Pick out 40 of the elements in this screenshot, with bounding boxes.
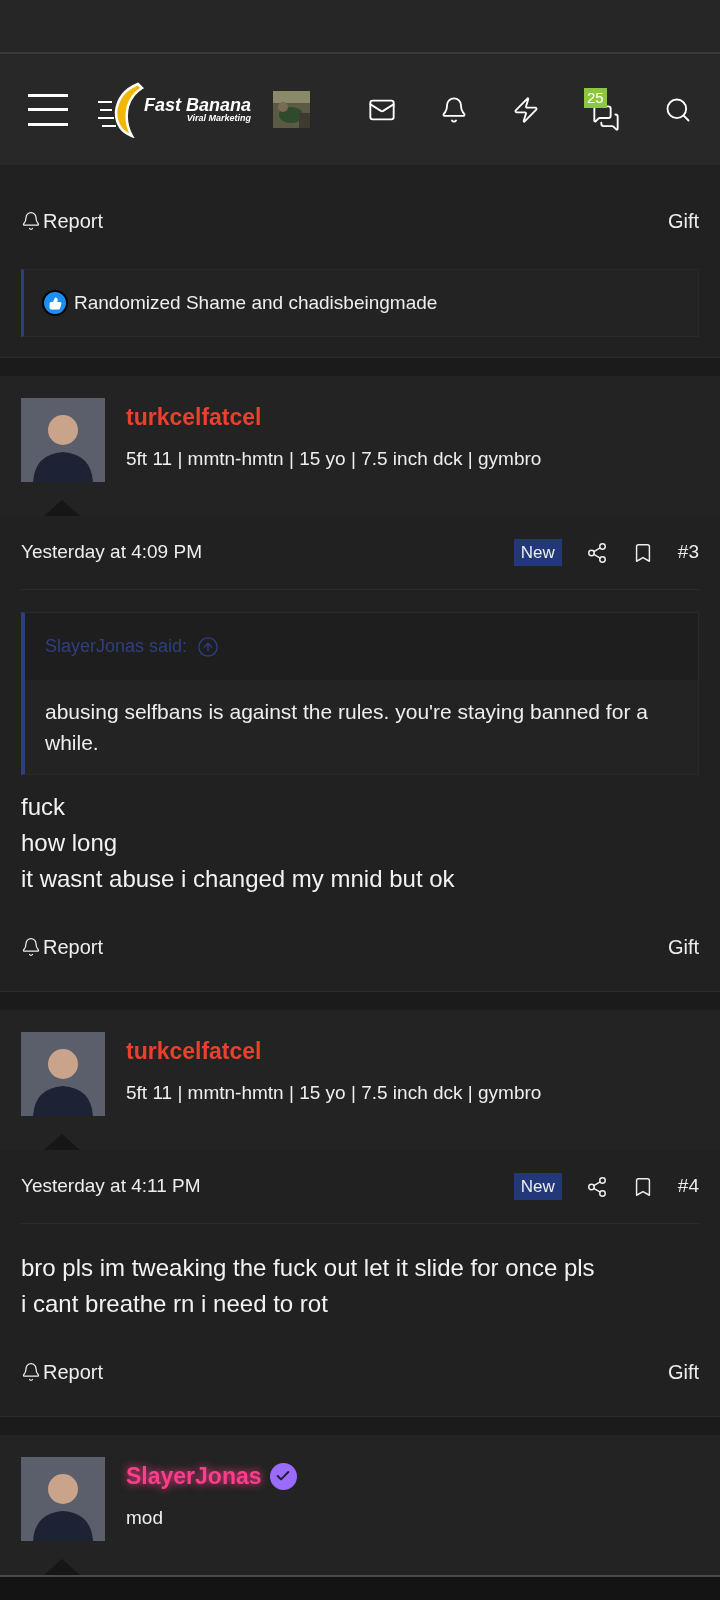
avatar[interactable] — [21, 1032, 105, 1116]
post-text: how long — [21, 828, 119, 858]
bell-icon — [21, 937, 41, 957]
post-number[interactable]: #3 — [677, 538, 699, 567]
lightning-icon[interactable] — [512, 95, 540, 124]
user-title: 5ft 11 | mmtn-hmtn | 15 yo | 7.5 inch dck | gymbro — [126, 1080, 542, 1105]
unread-count: 25 — [584, 87, 607, 108]
logo-title: Fast Banana — [144, 96, 252, 114]
user-title: mod — [126, 1505, 164, 1530]
like-icon — [42, 290, 68, 316]
report-button[interactable]: Report — [21, 932, 104, 962]
logo-subtitle: Viral Marketing — [186, 114, 252, 123]
bell-icon — [21, 1362, 41, 1382]
post-number[interactable]: #4 — [677, 1172, 699, 1201]
post-text: it wasnt abuse i changed my mnid but ok — [21, 864, 456, 894]
username[interactable]: turkcelfatcel — [126, 400, 262, 435]
username[interactable]: turkcelfatcel — [126, 1034, 262, 1069]
post-text: i cant breathe rn i need to rot — [21, 1289, 329, 1319]
logo[interactable]: Fast Banana Viral Marketing — [98, 81, 252, 138]
bell-icon — [21, 211, 41, 231]
post-text: bro pls im tweaking the fuck out let it slide for once pls — [21, 1253, 596, 1283]
bell-icon[interactable] — [440, 95, 468, 124]
username[interactable]: SlayerJonas — [126, 1459, 262, 1494]
share-icon[interactable] — [585, 541, 608, 564]
user-title: 5ft 11 | mmtn-hmtn | 15 yo | 7.5 inch dck | gymbro — [126, 446, 542, 471]
report-button[interactable]: Report — [21, 1357, 104, 1387]
report-button[interactable]: Report — [21, 206, 104, 236]
gift-button[interactable]: Gift — [667, 206, 699, 236]
post-time[interactable]: Yesterday at 4:11 PM — [21, 1172, 201, 1201]
post-text: fuck — [21, 792, 66, 822]
avatar[interactable] — [21, 1457, 105, 1541]
new-label: New — [513, 1172, 562, 1201]
gift-button[interactable]: Gift — [667, 1357, 699, 1387]
post-time[interactable]: Yesterday at 4:09 PM — [21, 538, 202, 567]
avatar[interactable] — [21, 398, 105, 482]
share-icon[interactable] — [585, 1175, 608, 1198]
gift-button[interactable]: Gift — [667, 932, 699, 962]
new-label: New — [513, 538, 562, 567]
quote-text: abusing selfbans is against the rules. you're staying banned for a while. — [44, 699, 649, 756]
menu-icon[interactable] — [28, 93, 68, 126]
